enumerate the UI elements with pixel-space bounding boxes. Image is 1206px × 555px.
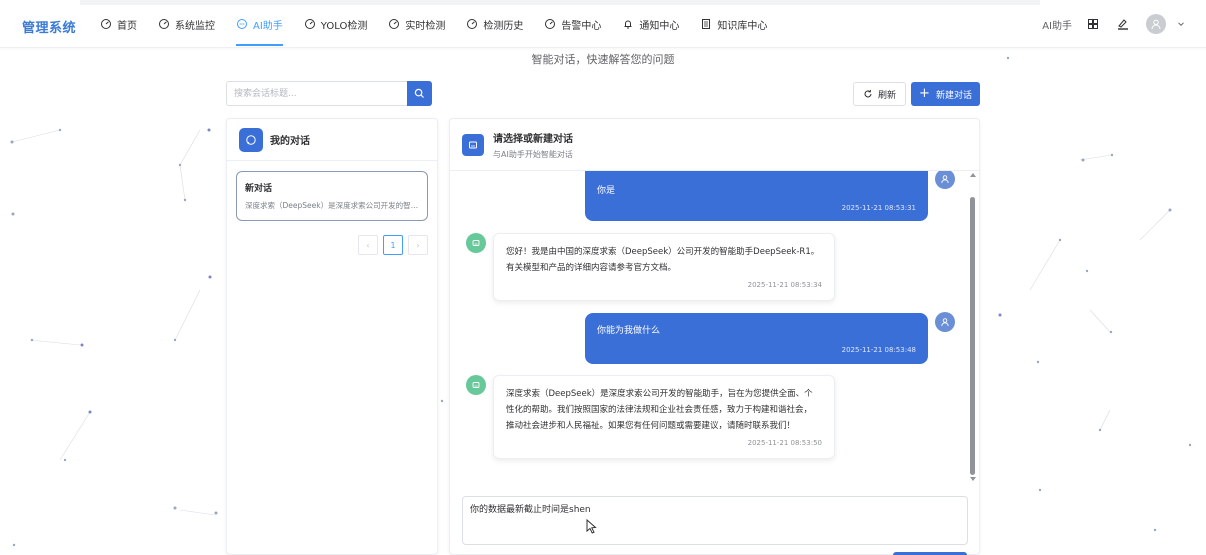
nav-item-realtime-detect[interactable]: 实时检测	[380, 0, 453, 48]
message-text: 你能为我做什么	[597, 326, 661, 336]
chat-header: 请选择或新建对话 与AI助手开始智能对话	[450, 119, 979, 171]
ai-message: 深度求索（DeepSeek）是深度求索公司开发的智能助手，旨在为您提供全面、个 …	[493, 375, 835, 459]
ai-message: 您好！我是由中国的深度求索（DeepSeek）公司开发的智能助手DeepSeek…	[493, 233, 835, 301]
brand-title[interactable]: 管理系统	[22, 17, 76, 36]
theme-brush-icon[interactable]	[1116, 17, 1130, 31]
nav-label: 通知中心	[639, 20, 680, 32]
nav-label: AI助手	[253, 20, 283, 32]
search-icon	[414, 88, 424, 98]
message-time: 2025-11-21 08:53:50	[747, 439, 822, 447]
chat-subtitle: 与AI助手开始智能对话	[493, 149, 573, 159]
dashboard-icon	[389, 19, 400, 29]
chat-panel: 请选择或新建对话 与AI助手开始智能对话 你是 2025-11-21 08:53…	[449, 118, 980, 555]
chevron-down-icon[interactable]	[1176, 19, 1186, 29]
plus-icon: +	[919, 86, 930, 101]
nav-label: 系统监控	[175, 20, 215, 32]
conversation-list-header: 我的对话	[227, 119, 437, 161]
dashboard-icon	[304, 19, 315, 29]
fullscreen-icon[interactable]	[1086, 17, 1100, 31]
conversation-preview: 深度求索（DeepSeek）是深度求索公司开发的智能...	[245, 201, 419, 210]
conversation-item[interactable]: 新对话 深度求索（DeepSeek）是深度求索公司开发的智能...	[236, 171, 428, 221]
document-icon	[702, 19, 711, 29]
bell-icon	[624, 20, 632, 29]
ai-assistant-link[interactable]: AI助手	[1042, 17, 1072, 32]
nav-item-home[interactable]: 首页	[92, 0, 145, 48]
user-icon	[941, 175, 949, 184]
refresh-button[interactable]: 刷新	[853, 82, 906, 106]
robot-icon	[472, 240, 480, 246]
conversation-list-panel: 我的对话 新对话 深度求索（DeepSeek）是深度求索公司开发的智能... ‹…	[226, 118, 438, 555]
nav-item-yolo-detect[interactable]: YOLO检测	[296, 0, 376, 48]
message-time: 2025-11-21 08:53:34	[747, 281, 822, 289]
nav-item-detect-history[interactable]: 检测历史	[458, 0, 531, 48]
prev-page-button[interactable]: ‹	[358, 235, 378, 255]
nav-label: 实时检测	[405, 20, 446, 32]
new-conversation-label: 新建对话	[935, 90, 972, 101]
search-input[interactable]	[226, 81, 407, 106]
robot-icon	[472, 382, 480, 388]
scroll-thumb[interactable]	[970, 197, 975, 475]
top-navbar: 管理系统 首页 系统监控 AI助手 YOLO检测 实时检测 检测历史 告警中心	[0, 0, 1206, 48]
message-scrollbar[interactable]	[969, 171, 976, 483]
dashboard-icon	[101, 19, 111, 29]
mouse-cursor-icon	[586, 519, 597, 534]
user-icon	[941, 318, 949, 327]
dashboard-icon	[159, 19, 169, 29]
pagination: ‹ 1 ›	[353, 235, 428, 255]
ai-avatar	[466, 375, 486, 395]
nav-item-knowledge-base[interactable]: 知识库中心	[692, 0, 775, 48]
robot-icon	[462, 133, 484, 156]
user-message: 你是 2025-11-21 08:53:31	[585, 171, 928, 221]
ai-avatar	[466, 233, 486, 253]
message-text: 你是	[597, 186, 616, 196]
message-line: 推动社会进步和人民福祉。如果您有任何问题或需要建议，请随时联系我们！	[506, 421, 796, 431]
scroll-up-arrow-icon[interactable]	[970, 173, 976, 177]
nav-item-notification-center[interactable]: 通知中心	[614, 0, 687, 48]
chat-bubble-icon	[239, 127, 263, 152]
user-avatar	[935, 171, 955, 189]
page-number[interactable]: 1	[383, 235, 403, 255]
main-nav: 首页 系统监控 AI助手 YOLO检测 实时检测 检测历史 告警中心 通知中心	[92, 0, 780, 48]
conversation-search	[226, 81, 432, 106]
dashboard-icon	[545, 19, 556, 29]
message-input[interactable]	[462, 496, 968, 545]
user-avatar[interactable]	[1146, 14, 1166, 34]
nav-item-system-monitor[interactable]: 系统监控	[150, 0, 223, 48]
message-line: 深度求索（DeepSeek）是深度求索公司开发的智能助手，旨在为您提供全面、个	[506, 389, 813, 399]
conversation-list-title: 我的对话	[270, 136, 310, 147]
nav-label: YOLO检测	[320, 20, 368, 32]
conversation-title: 新对话	[245, 184, 273, 194]
nav-label: 首页	[117, 20, 137, 32]
chat-title: 请选择或新建对话	[493, 133, 573, 145]
new-conversation-button[interactable]: + 新建对话	[911, 82, 980, 106]
message-line: 您好！我是由中国的深度求索（DeepSeek）公司开发的智能助手DeepSeek…	[506, 247, 820, 257]
message-list[interactable]: 你是 2025-11-21 08:53:31 您好！我是由中国的深度求索（Dee…	[450, 171, 981, 483]
chat-icon	[237, 19, 247, 29]
nav-label: 告警中心	[561, 20, 602, 32]
nav-label: 知识库中心	[717, 20, 768, 32]
message-time: 2025-11-21 08:53:31	[841, 204, 916, 212]
nav-label: 检测历史	[483, 20, 524, 32]
user-icon	[1151, 19, 1161, 30]
message-line: 有关模型和产品的详细内容请参考官方文档。	[506, 263, 677, 273]
search-button[interactable]	[407, 81, 432, 106]
scroll-down-arrow-icon[interactable]	[970, 477, 976, 481]
page-subtitle: 智能对话，快速解答您的问题	[531, 53, 675, 66]
nav-item-ai-assistant[interactable]: AI助手	[228, 0, 291, 48]
refresh-icon	[864, 89, 872, 98]
refresh-label: 刷新	[877, 90, 896, 101]
next-page-button[interactable]: ›	[408, 235, 428, 255]
message-line: 性化的帮助。我们按照国家的法律法规和企业社会责任感，致力于构建和谐社会，	[506, 405, 813, 415]
user-avatar	[935, 312, 955, 332]
user-message: 你能为我做什么 2025-11-21 08:53:48	[585, 313, 928, 364]
nav-item-alarm-center[interactable]: 告警中心	[536, 0, 609, 48]
message-time: 2025-11-21 08:53:48	[841, 346, 916, 354]
dashboard-icon	[467, 19, 478, 29]
top-right-actions: AI助手	[1042, 0, 1186, 48]
